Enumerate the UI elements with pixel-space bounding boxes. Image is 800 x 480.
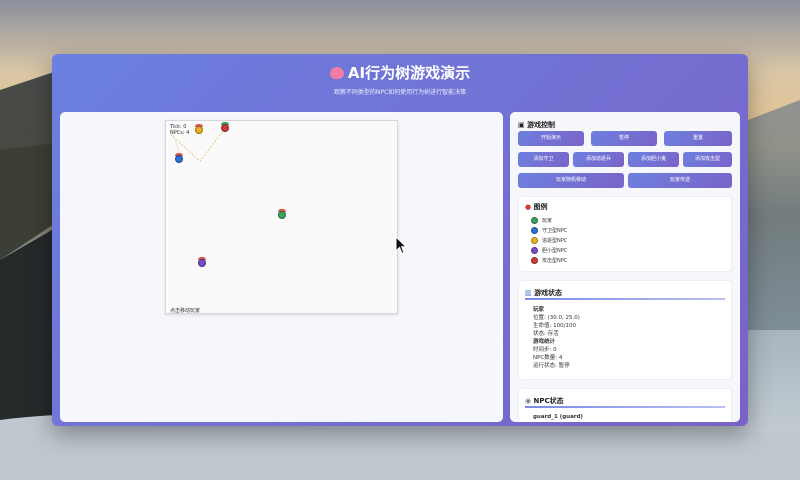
tick-count: 时间步: 0 <box>533 347 557 353</box>
run-state: 运行状态: 暂停 <box>533 363 570 369</box>
page-title-text: AI行为树游戏演示 <box>347 64 471 82</box>
chart-icon: ▥ <box>525 289 535 297</box>
legend-label: 守卫型NPC <box>542 228 568 234</box>
canvas-hint: 点击移动玩家 <box>170 308 201 314</box>
legend-label: 攻击型NPC <box>542 258 568 264</box>
legend-heading-text: 图例 <box>533 203 548 211</box>
add-hunter-button[interactable]: 添加追逐兵 <box>573 152 624 167</box>
npc-guard <box>175 155 183 163</box>
legend-item: 守卫型NPC <box>531 227 567 235</box>
npc-attacker <box>221 124 229 132</box>
legend-label: 追逐型NPC <box>542 238 568 244</box>
game-status-heading: ▥ 游戏状态 <box>525 288 562 298</box>
reset-button[interactable]: 重置 <box>664 131 732 146</box>
game-panel: Tick: 0 NPCs: 4 点击移动玩家 <box>60 112 503 422</box>
section-divider <box>525 406 725 408</box>
robot-icon: ◉ <box>525 397 534 405</box>
game-status-heading-text: 游戏状态 <box>534 289 563 297</box>
legend-item: 追逐型NPC <box>531 237 567 245</box>
npc-hunter <box>195 126 203 134</box>
controls-heading: ▣ 游戏控制 <box>518 120 555 130</box>
npc-status-heading: ◉ NPC状态 <box>525 396 564 406</box>
legend-label: 胆小型NPC <box>542 248 568 254</box>
teleport-button[interactable]: 玩家传送 <box>628 173 732 188</box>
npc-entry: guard_1 (guard) <box>533 414 583 420</box>
add-coward-button[interactable]: 添加胆小鬼 <box>628 152 679 167</box>
legend-label: 玩家 <box>542 218 553 224</box>
npc-count: NPC数量: 4 <box>533 355 563 361</box>
npc-status-heading-text: NPC状态 <box>533 397 564 405</box>
player-state: 状态: 存活 <box>533 331 559 337</box>
coward-legend-dot <box>531 247 538 254</box>
section-divider <box>525 298 725 300</box>
legend-card: ● 图例 玩家 守卫型NPC 追逐型NPC 胆小型NPC 攻击型NPC <box>518 196 732 272</box>
random-move-button[interactable]: 玩家随机移动 <box>518 173 624 188</box>
start-button[interactable]: 开始演示 <box>518 131 584 146</box>
player-heading: 玩家 <box>533 307 545 313</box>
legend-item: 攻击型NPC <box>531 257 567 265</box>
npc-status-card: ◉ NPC状态 guard_1 (guard) <box>518 388 732 422</box>
legend-heading: ● 图例 <box>525 202 548 212</box>
page-title: AI行为树游戏演示 <box>52 62 748 83</box>
controls-heading-text: 游戏控制 <box>527 121 556 129</box>
legend-item: 玩家 <box>531 217 552 225</box>
guard-legend-dot <box>531 227 538 234</box>
player-marker <box>278 211 286 219</box>
npc-coward <box>198 259 206 267</box>
hunter-legend-dot <box>531 237 538 244</box>
page-subtitle: 观察不同类型的NPC如何使用行为树进行智能决策 <box>333 89 467 96</box>
player-legend-dot <box>531 217 538 224</box>
palette-icon: ● <box>525 203 534 211</box>
pause-button[interactable]: 暂停 <box>591 131 657 146</box>
player-health: 生命值: 100/100 <box>533 323 576 329</box>
add-attacker-button[interactable]: 添加攻击型 <box>683 152 732 167</box>
stats-heading: 游戏统计 <box>533 339 556 345</box>
brain-icon <box>329 67 344 79</box>
legend-item: 胆小型NPC <box>531 247 567 255</box>
game-canvas[interactable]: Tick: 0 NPCs: 4 点击移动玩家 <box>165 120 398 314</box>
mouse-cursor-icon <box>395 236 407 255</box>
npc-counter: NPCs: 4 <box>170 130 190 136</box>
add-guard-button[interactable]: 添加守卫 <box>518 152 569 167</box>
control-panel: ▣ 游戏控制 开始演示 暂停 重置 添加守卫 添加追逐兵 添加胆小鬼 添加攻击型… <box>510 112 740 422</box>
game-status-card: ▥ 游戏状态 玩家 位置: (30.0, 25.0) 生命值: 100/100 … <box>518 280 732 380</box>
attacker-legend-dot <box>531 257 538 264</box>
gamepad-icon: ▣ <box>518 121 528 129</box>
player-position: 位置: (30.0, 25.0) <box>533 315 580 321</box>
app-header: AI行为树游戏演示 观察不同类型的NPC如何使用行为树进行智能决策 <box>52 54 748 108</box>
